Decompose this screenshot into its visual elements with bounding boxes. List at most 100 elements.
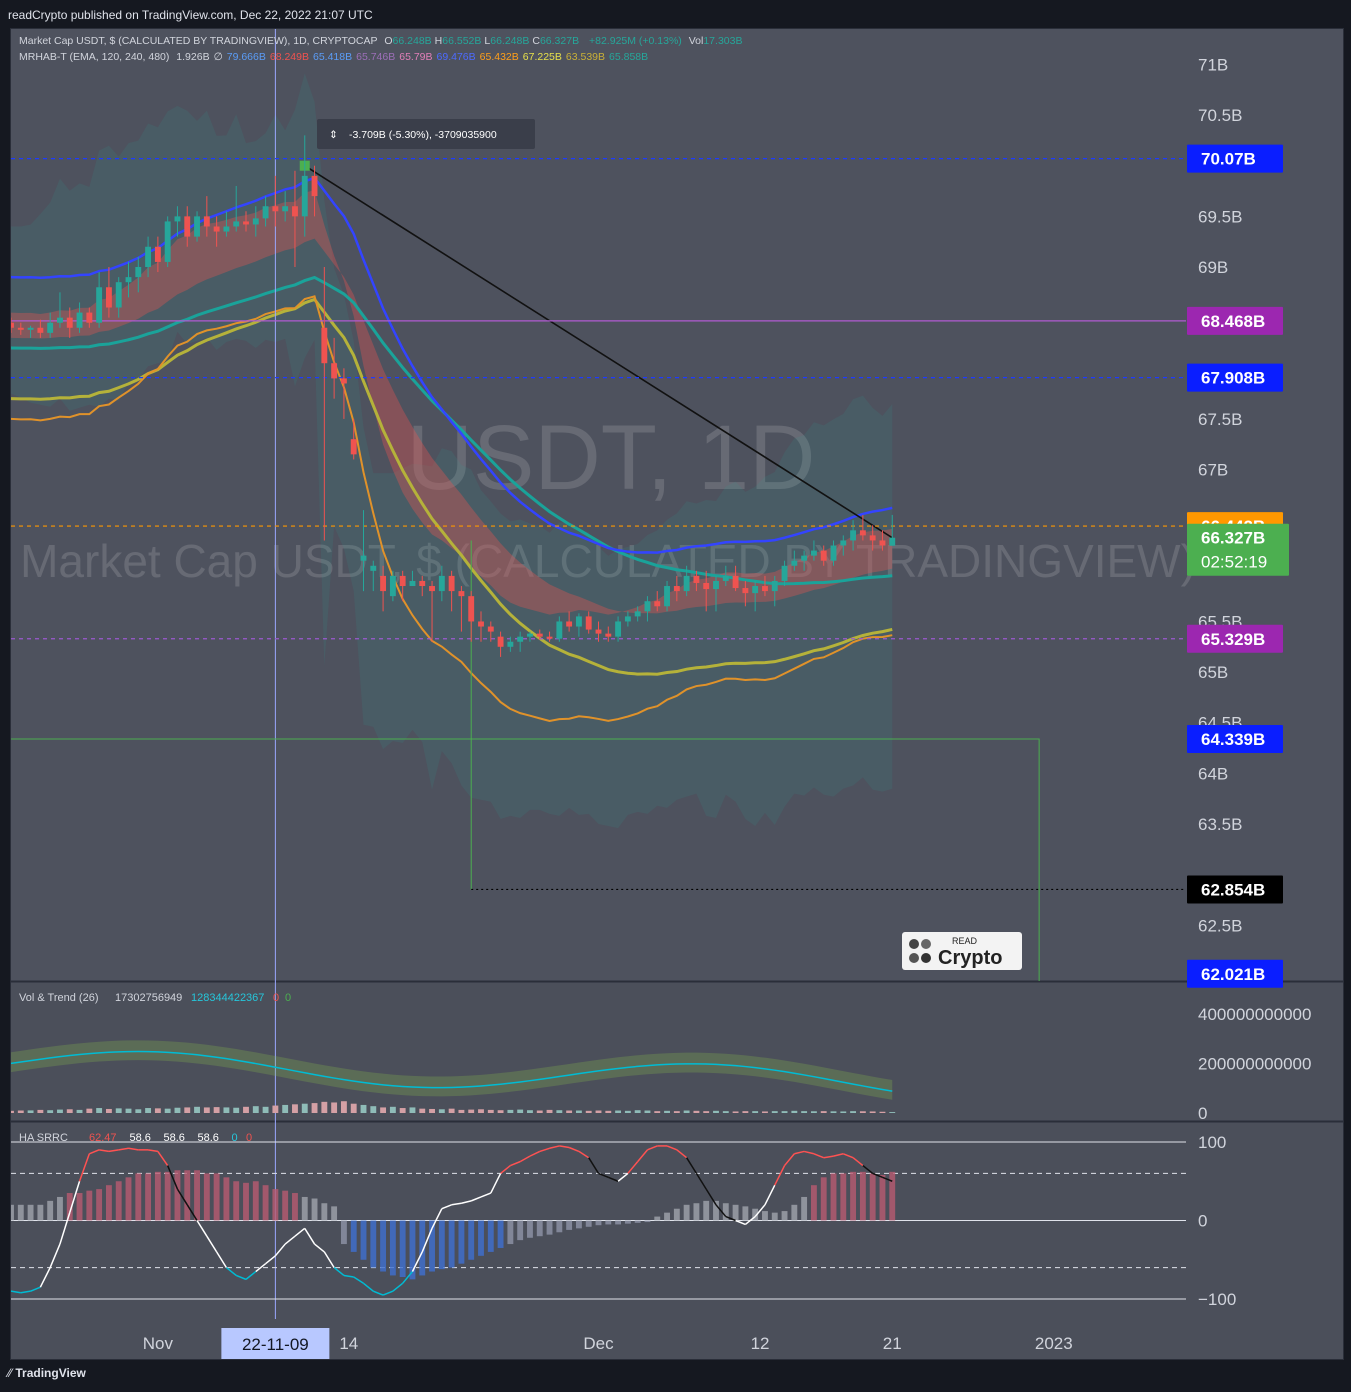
volume-bar bbox=[105, 1108, 112, 1113]
candle-body bbox=[732, 575, 739, 589]
ha-bar bbox=[615, 1220, 622, 1225]
volume-bar bbox=[732, 1111, 739, 1113]
chart-canvas[interactable]: USDT, 1DMarket Cap USDT, $ (CALCULATED B… bbox=[11, 29, 1343, 1359]
volume-bar bbox=[556, 1110, 563, 1113]
candle-body bbox=[644, 601, 651, 612]
volume-bar bbox=[546, 1109, 553, 1113]
ha-bar bbox=[654, 1216, 661, 1221]
tradingview-logo-icon: ⁄⁄ bbox=[8, 1366, 13, 1380]
ha-bar bbox=[850, 1171, 857, 1221]
candle-body bbox=[11, 322, 14, 328]
volume-bar bbox=[820, 1111, 827, 1113]
indicator-value: 65.432B bbox=[479, 51, 519, 63]
ha-tick-label: 100 bbox=[1198, 1133, 1226, 1152]
volume-bar bbox=[340, 1101, 347, 1113]
candle-body bbox=[282, 206, 289, 212]
time-tick-label: 21 bbox=[883, 1334, 902, 1353]
volume-bar bbox=[487, 1109, 494, 1113]
ha-bar bbox=[105, 1185, 112, 1221]
indicator-value: ∅ bbox=[213, 51, 223, 63]
volume-bar bbox=[840, 1111, 847, 1113]
volume-bar bbox=[722, 1111, 729, 1113]
volume-bar bbox=[742, 1111, 749, 1113]
indicator-value: 79.666B bbox=[226, 51, 266, 63]
ha-bar bbox=[262, 1185, 269, 1221]
volume-legend-value: 0 bbox=[285, 992, 291, 1004]
price-tick-label: 65B bbox=[1198, 663, 1228, 682]
candle-body bbox=[301, 175, 308, 217]
candle-body bbox=[86, 312, 93, 323]
ha-bar bbox=[233, 1181, 240, 1221]
volume-bar bbox=[194, 1106, 200, 1113]
volume-bar bbox=[517, 1109, 524, 1113]
volume-bar bbox=[311, 1103, 318, 1113]
candle-body bbox=[830, 545, 837, 561]
candle-body bbox=[664, 586, 670, 607]
ha-bar bbox=[771, 1212, 778, 1221]
volume-bar bbox=[419, 1108, 426, 1113]
ha-bar bbox=[272, 1189, 279, 1221]
indicator-value: 67.225B bbox=[522, 51, 562, 63]
candle-body bbox=[820, 550, 827, 561]
volume-bar bbox=[869, 1111, 876, 1113]
candle-body bbox=[389, 575, 396, 597]
candle-body bbox=[47, 322, 54, 333]
volume-tick-label: 0 bbox=[1198, 1104, 1207, 1123]
ha-legend-title: HA SRRC bbox=[19, 1132, 68, 1144]
volume-legend-value: 17302756949 bbox=[115, 992, 182, 1004]
volume-bar bbox=[752, 1111, 759, 1113]
volume-bar bbox=[859, 1111, 866, 1113]
ha-bar bbox=[634, 1220, 641, 1223]
candle-body bbox=[810, 550, 817, 556]
price-label-countdown: 02:52:19 bbox=[1201, 553, 1267, 572]
candle-body bbox=[859, 530, 866, 536]
volume-bar bbox=[243, 1106, 249, 1113]
volume-bar bbox=[605, 1110, 612, 1113]
ha-bar bbox=[732, 1204, 739, 1221]
volume-bar bbox=[292, 1104, 298, 1113]
ha-bar bbox=[115, 1181, 122, 1221]
ha-bar bbox=[223, 1177, 230, 1221]
chart-container[interactable]: USDT, 1D Market Cap USDT, $ (CALCULATED B… bbox=[10, 28, 1344, 1360]
time-tick-label: 12 bbox=[751, 1334, 770, 1353]
volume-bar bbox=[115, 1108, 122, 1113]
ha-bar bbox=[125, 1177, 132, 1221]
candle-body bbox=[438, 575, 445, 592]
ha-bar bbox=[213, 1173, 220, 1221]
tradingview-brand: TradingView bbox=[15, 1366, 86, 1380]
candle-body bbox=[575, 616, 582, 627]
volume-bar bbox=[282, 1104, 289, 1113]
ha-bar bbox=[859, 1171, 866, 1221]
svg-text:READ: READ bbox=[952, 936, 978, 946]
volume-legend-value: 128344422367 bbox=[191, 992, 264, 1004]
candle-body bbox=[370, 565, 377, 571]
ha-bar bbox=[360, 1220, 367, 1260]
candle-body bbox=[115, 282, 122, 308]
candle-body bbox=[145, 246, 152, 267]
candle-body bbox=[585, 616, 592, 630]
ohlc-l: L66.248B bbox=[484, 35, 530, 47]
price-tick-label: 64B bbox=[1198, 764, 1228, 783]
candle-body bbox=[164, 221, 171, 262]
ha-bar bbox=[311, 1198, 318, 1221]
indicator-value: 68.249B bbox=[269, 51, 309, 63]
candle-body bbox=[536, 633, 543, 637]
ha-bar bbox=[37, 1204, 44, 1221]
ha-bar bbox=[840, 1173, 847, 1221]
candle-body bbox=[478, 621, 484, 627]
ha-bar bbox=[145, 1173, 152, 1221]
ha-bar bbox=[458, 1220, 465, 1264]
volume-bar bbox=[135, 1109, 142, 1113]
ha-bar bbox=[350, 1220, 357, 1252]
candle-body bbox=[791, 560, 798, 566]
volume-bar bbox=[350, 1103, 357, 1113]
time-tick-label: 2023 bbox=[1035, 1334, 1073, 1353]
volume-legend-title: Vol & Trend (26) bbox=[19, 992, 99, 1004]
ha-bar bbox=[487, 1220, 494, 1252]
indicator-value: 65.418B bbox=[312, 51, 353, 63]
volume-bar bbox=[17, 1110, 24, 1113]
volume-bar bbox=[654, 1111, 661, 1113]
candle-body bbox=[223, 226, 230, 232]
price-tick-label: 69.5B bbox=[1198, 207, 1242, 226]
ohlc-o: O66.248B bbox=[384, 35, 432, 47]
